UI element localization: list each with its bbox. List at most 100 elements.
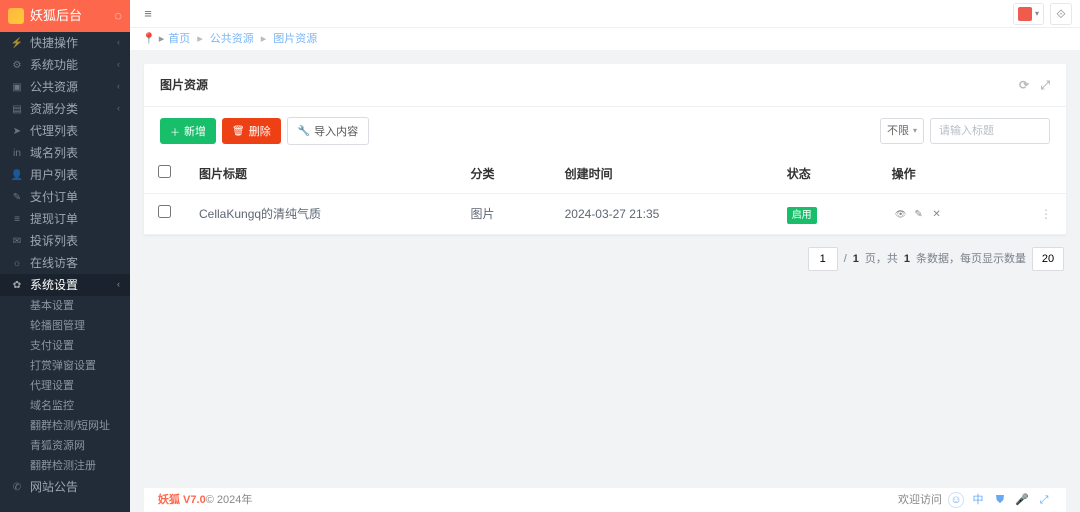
sidebar-subitem[interactable]: 打赏弹窗设置 <box>0 356 130 376</box>
sidebar-subitem[interactable]: 翻群检测注册 <box>0 456 130 476</box>
cell-time: 2024-03-27 21:35 <box>551 194 773 235</box>
sidebar-item-label: 系统功能 <box>30 56 78 74</box>
page-size-input[interactable] <box>1032 247 1064 271</box>
trash-icon: 🗑 <box>232 126 245 137</box>
sidebar-item-label: 代理列表 <box>30 122 78 140</box>
footer-welcome: 欢迎访问 <box>898 492 942 509</box>
row-checkbox[interactable] <box>158 205 171 218</box>
card-title: 图片资源 <box>160 76 208 94</box>
brand-logo-icon <box>8 8 24 24</box>
sidebar-item[interactable]: ✉投诉列表 <box>0 230 130 252</box>
sidebar-subitem[interactable]: 轮播图管理 <box>0 316 130 336</box>
sidebar-subitem[interactable]: 域名监控 <box>0 396 130 416</box>
nav-main: ⚡快捷操作‹⚙系统功能‹▣公共资源‹▤资源分类‹➤代理列表in域名列表👤用户列表… <box>0 32 130 296</box>
brand-bar: 妖狐后台 ◌ <box>0 0 130 32</box>
fullscreen-icon[interactable]: ⤢ <box>1040 78 1050 92</box>
cell-title: CellaKungq的清纯气质 <box>185 194 456 235</box>
sidebar-item[interactable]: ▤ 资源分类 ‹ <box>0 98 130 120</box>
wrench-icon: 🔧 <box>298 126 310 137</box>
nav-icon: ✆ <box>10 480 24 495</box>
crumb-page[interactable]: 图片资源 <box>273 31 317 48</box>
data-table: 图片标题 分类 创建时间 状态 操作 CellaKungq的清纯气质图片2024… <box>144 155 1066 235</box>
hamburger-icon[interactable]: ≡ <box>138 4 158 24</box>
sidebar-item-label: 支付订单 <box>30 188 78 206</box>
chevron-left-icon: ‹ <box>117 58 120 72</box>
sidebar-item[interactable]: ✎ 支付订单 <box>0 186 130 208</box>
table-row: CellaKungq的清纯气质图片2024-03-27 21:35启用 ⋮ <box>144 194 1066 235</box>
import-button[interactable]: 🔧导入内容 <box>287 117 369 145</box>
col-time: 创建时间 <box>551 155 773 194</box>
sidebar-item-label: 公共资源 <box>30 78 78 96</box>
filter-select[interactable]: 不限▾ <box>880 118 924 144</box>
user-menu[interactable]: ▾ <box>1013 3 1044 25</box>
sidebar-subitem[interactable]: 翻群检测/短网址 <box>0 416 130 436</box>
eye-icon[interactable] <box>892 205 910 223</box>
footer-brand: 妖狐 V7.0 <box>158 492 206 509</box>
smile-icon[interactable]: ☺ <box>948 492 964 508</box>
total-pages: 1 <box>853 251 859 268</box>
pager-text-b: 条数据，每页显示数量 <box>916 251 1026 268</box>
nav-icon: ▤ <box>10 102 24 117</box>
total-rows: 1 <box>904 251 910 268</box>
expand-icon[interactable]: ⤢ <box>1036 492 1052 508</box>
sidebar-item[interactable]: ≡ 提现订单 <box>0 208 130 230</box>
cell-category: 图片 <box>456 194 550 235</box>
chevron-down-icon: ▾ <box>1035 8 1039 20</box>
shield-icon[interactable]: ⛊ <box>992 492 1008 508</box>
sidebar-item-label: 提现订单 <box>30 210 78 228</box>
close-icon[interactable] <box>928 206 946 224</box>
toolbar: ＋新增 🗑删除 🔧导入内容 不限▾ <box>144 107 1066 155</box>
sidebar-item[interactable]: 👤用户列表 <box>0 164 130 186</box>
add-button[interactable]: ＋新增 <box>160 118 216 144</box>
more-icon[interactable]: ⋮ <box>1026 194 1066 235</box>
edit-icon[interactable] <box>910 206 928 224</box>
lang-button[interactable]: 中 <box>970 492 986 508</box>
sidebar-item[interactable]: ▣公共资源‹ <box>0 76 130 98</box>
sidebar-item-label: 网站公告 <box>30 478 78 496</box>
sidebar-item[interactable]: in域名列表 <box>0 142 130 164</box>
sidebar-item[interactable]: ✆ 网站公告 <box>0 476 130 498</box>
sidebar-item-label: 资源分类 <box>30 100 78 118</box>
chevron-left-icon: ‹ <box>117 102 120 116</box>
page-input[interactable] <box>808 247 838 271</box>
crumb-section[interactable]: 公共资源 <box>210 31 254 48</box>
plus-icon: ＋ <box>170 124 180 139</box>
crumb-home[interactable]: 首页 <box>168 31 190 48</box>
pager-sep: / <box>844 251 847 268</box>
sidebar-item[interactable]: ☼在线访客 <box>0 252 130 274</box>
sidebar-item[interactable]: ⚡快捷操作‹ <box>0 32 130 54</box>
sidebar-subitem[interactable]: 基本设置 <box>0 296 130 316</box>
select-all-checkbox[interactable] <box>158 165 171 178</box>
card-header: 图片资源 ⟳ ⤢ <box>144 64 1066 107</box>
chevron-left-icon: ‹ <box>117 278 120 292</box>
sidebar-subitem[interactable]: 支付设置 <box>0 336 130 356</box>
sidebar-subitem[interactable]: 代理设置 <box>0 376 130 396</box>
footer: 妖狐 V7.0 © 2024年 欢迎访问 ☺ 中 ⛊ 🎤 ⤢ <box>144 488 1066 512</box>
nav-icon: ≡ <box>10 212 24 227</box>
avatar-icon <box>1018 7 1032 21</box>
sidebar-item-label: 投诉列表 <box>30 232 78 250</box>
sidebar-subitem[interactable]: 青狐资源网 <box>0 436 130 456</box>
refresh-icon[interactable]: ⟳ <box>1019 78 1029 92</box>
search-input[interactable] <box>930 118 1050 144</box>
sidebar-item[interactable]: ✿系统设置‹ <box>0 274 130 296</box>
delete-button[interactable]: 🗑删除 <box>222 118 281 144</box>
sidebar-item-label: 用户列表 <box>30 166 78 184</box>
nav-after: ✆ 网站公告 <box>0 476 130 498</box>
nav-icon: ✎ <box>10 190 24 205</box>
droplet-icon[interactable]: ◌ <box>114 6 122 26</box>
cell-ops <box>878 194 1026 235</box>
sidebar-item[interactable]: ⚙系统功能‹ <box>0 54 130 76</box>
nav-icon: ⚡ <box>10 36 24 51</box>
brand-name: 妖狐后台 <box>30 6 82 26</box>
chevron-right-icon: ▸ <box>159 31 165 48</box>
chevron-down-icon: ▾ <box>913 125 917 137</box>
chevron-right-icon: ▸ <box>197 31 203 48</box>
breadcrumb: 📍 ▸ 首页 ▸ 公共资源 ▸ 图片资源 <box>130 28 1080 50</box>
reload-button[interactable]: ⟐ <box>1050 3 1072 25</box>
col-category: 分类 <box>456 155 550 194</box>
sidebar-item[interactable]: ➤代理列表 <box>0 120 130 142</box>
cell-status: 启用 <box>773 194 878 235</box>
sidebar-item-label: 在线访客 <box>30 254 78 272</box>
mic-icon[interactable]: 🎤 <box>1014 492 1030 508</box>
